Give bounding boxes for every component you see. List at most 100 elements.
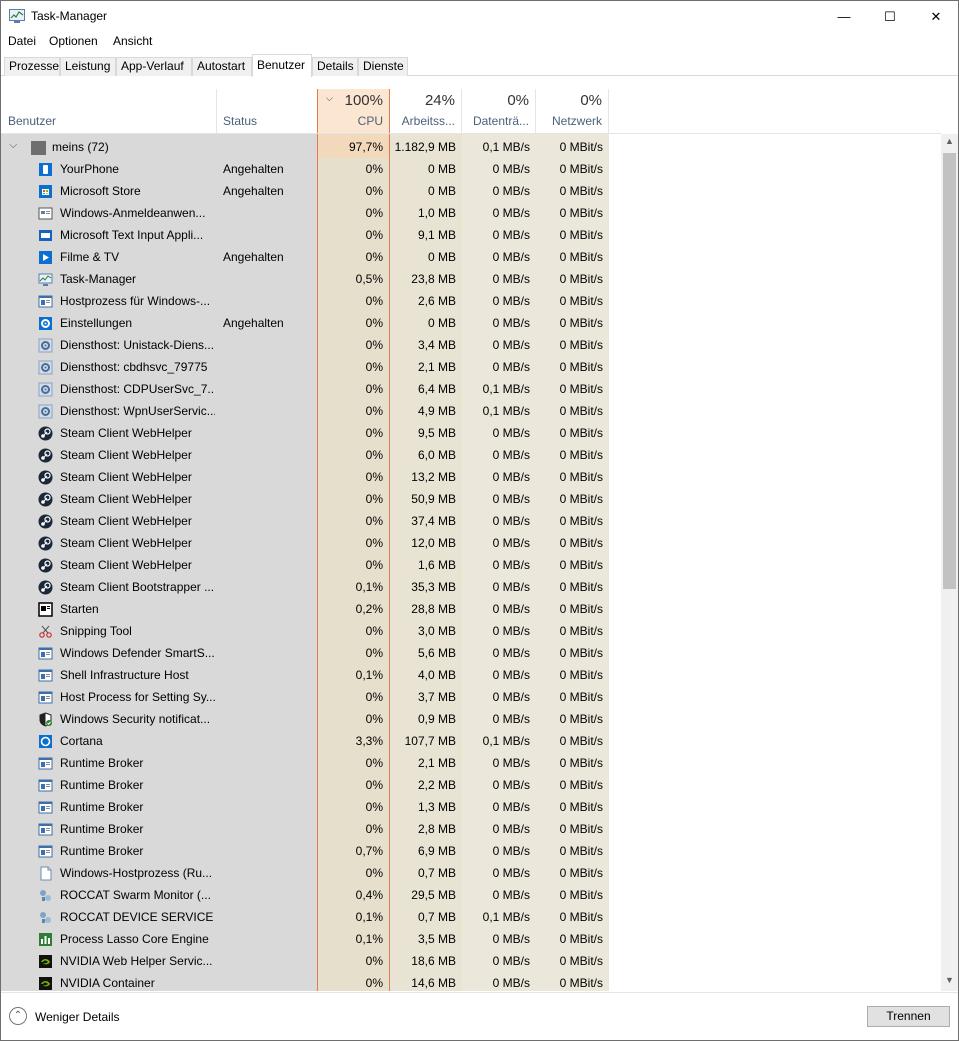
process-cpu: 0% <box>365 756 383 770</box>
process-cpu: 0% <box>365 316 383 330</box>
process-row[interactable]: Runtime Broker 0% 2,8 MB 0 MB/s 0 MBit/s <box>1 818 609 840</box>
window-process-icon <box>38 845 53 858</box>
process-cpu: 0% <box>365 162 383 176</box>
process-name: Steam Client WebHelper <box>60 448 192 462</box>
process-row[interactable]: Runtime Broker 0% 1,3 MB 0 MB/s 0 MBit/s <box>1 796 609 818</box>
process-row[interactable]: Diensthost: cbdhsvc_79775 0% 2,1 MB 0 MB/s 0… <box>1 356 609 378</box>
process-row[interactable]: Steam Client WebHelper 0% 6,0 MB 0 MB/s 0 MB… <box>1 444 609 466</box>
user-avatar-icon <box>31 141 46 155</box>
process-row[interactable]: Steam Client WebHelper 0% 13,2 MB 0 MB/s 0 M… <box>1 466 609 488</box>
menu-file[interactable]: Datei <box>8 34 36 48</box>
scroll-down-icon[interactable]: ▼ <box>941 975 958 989</box>
process-row[interactable]: Runtime Broker 0% 2,1 MB 0 MB/s 0 MBit/s <box>1 752 609 774</box>
menu-view[interactable]: Ansicht <box>113 34 152 48</box>
process-row[interactable]: Diensthost: WpnUserServic... 0% 4,9 MB 0,1 … <box>1 400 609 422</box>
process-row[interactable]: Cortana 3,3% 107,7 MB 0,1 MB/s 0 MBit/s <box>1 730 609 752</box>
movies-icon <box>39 251 52 264</box>
column-status[interactable]: Status <box>217 89 317 133</box>
process-row[interactable]: Hostprozess für Windows-... 0% 2,6 MB 0 MB/… <box>1 290 609 312</box>
process-row[interactable]: NVIDIA Container 0% 14,6 MB 0 MB/s 0 MBit/s <box>1 972 609 991</box>
shield-icon <box>39 712 52 727</box>
process-row[interactable]: Starten 0,2% 28,8 MB 0 MB/s 0 MBit/s <box>1 598 609 620</box>
column-memory[interactable]: 24% Arbeitss... <box>390 89 462 133</box>
process-memory: 3,7 MB <box>417 690 456 704</box>
group-cpu: 97,7% <box>348 140 383 154</box>
process-row[interactable]: Microsoft Text Input Appli... 0% 9,1 MB 0 M… <box>1 224 609 246</box>
process-network: 0 MBit/s <box>559 514 603 528</box>
process-name: Runtime Broker <box>60 778 144 792</box>
process-row[interactable]: Runtime Broker 0% 2,2 MB 0 MB/s 0 MBit/s <box>1 774 609 796</box>
disconnect-button[interactable]: Trennen <box>867 1006 950 1027</box>
process-row[interactable]: Diensthost: Unistack-Diens... 0% 3,4 MB 0 M… <box>1 334 609 356</box>
process-row[interactable]: ROCCAT Swarm Monitor (... 0,4% 29,5 MB 0 MB… <box>1 884 609 906</box>
maximize-button[interactable]: ☐ <box>867 1 913 32</box>
process-cpu: 0,1% <box>355 932 383 946</box>
process-row[interactable]: Snipping Tool 0% 3,0 MB 0 MB/s 0 MBit/s <box>1 620 609 642</box>
process-row[interactable]: ROCCAT DEVICE SERVICE (... 0,1% 0,7 MB 0,1 … <box>1 906 609 928</box>
column-disk[interactable]: 0% Datenträ... <box>462 89 536 133</box>
scrollbar-thumb[interactable] <box>943 153 956 589</box>
process-row[interactable]: YourPhone Angehalten 0% 0 MB 0 MB/s 0 MBit/s <box>1 158 609 180</box>
process-row[interactable]: Windows-Hostprozess (Ru... 0% 0,7 MB 0 MB/s… <box>1 862 609 884</box>
scroll-up-icon[interactable]: ▲ <box>941 136 958 150</box>
column-network[interactable]: 0% Netzwerk <box>536 89 609 133</box>
process-row[interactable]: Runtime Broker 0,7% 6,9 MB 0 MB/s 0 MBit/s <box>1 840 609 862</box>
process-name: Windows-Anmeldeanwen... <box>60 206 206 220</box>
process-network: 0 MBit/s <box>559 734 603 748</box>
process-row[interactable]: Windows Defender SmartS... 0% 5,6 MB 0 MB/s… <box>1 642 609 664</box>
column-user[interactable]: Benutzer <box>1 89 217 133</box>
process-row[interactable]: NVIDIA Web Helper Servic... 0% 18,6 MB 0 MB… <box>1 950 609 972</box>
process-row[interactable]: Steam Client WebHelper 0% 50,9 MB 0 MB/s 0 M… <box>1 488 609 510</box>
menu-options[interactable]: Optionen <box>49 34 98 48</box>
column-cpu[interactable]: ⌵ 100% CPU <box>317 89 390 133</box>
process-row[interactable]: Task-Manager 0,5% 23,8 MB 0 MB/s 0 MBit/s <box>1 268 609 290</box>
roccat-icon <box>40 912 51 923</box>
process-row[interactable]: Steam Client WebHelper 0% 12,0 MB 0 MB/s 0 M… <box>1 532 609 554</box>
process-row[interactable]: Steam Client Bootstrapper ... 0,1% 35,3 MB… <box>1 576 609 598</box>
process-name: Host Process for Setting Sy... <box>60 690 215 704</box>
minimize-button[interactable]: — <box>821 1 867 32</box>
chevron-down-icon[interactable]: ⌵ <box>9 139 17 152</box>
tab-performance[interactable]: Leistung <box>60 57 116 76</box>
fewer-details-link[interactable]: Weniger Details <box>35 1010 119 1024</box>
user-group-row[interactable]: ⌵ meins (72) 97,7% 1.182,9 MB 0,1 MB/s 0… <box>1 136 609 158</box>
process-network: 0 MBit/s <box>559 470 603 484</box>
vertical-scrollbar[interactable]: ▲ ▼ <box>941 134 958 991</box>
tab-app-history[interactable]: App-Verlauf <box>116 57 192 76</box>
process-cpu: 0% <box>365 492 383 506</box>
process-name: Microsoft Store <box>60 184 141 198</box>
tab-users[interactable]: Benutzer <box>252 54 312 77</box>
process-disk: 0 MB/s <box>492 866 530 880</box>
process-disk: 0 MB/s <box>492 624 530 638</box>
tab-services[interactable]: Dienste <box>358 57 408 76</box>
process-row[interactable]: Process Lasso Core Engine 0,1% 3,5 MB 0 MB/… <box>1 928 609 950</box>
steam-icon <box>38 492 53 507</box>
process-row[interactable]: Steam Client WebHelper 0% 37,4 MB 0 MB/s 0 M… <box>1 510 609 532</box>
window-process-icon <box>38 801 53 814</box>
process-row[interactable]: Microsoft Store Angehalten 0% 0 MB 0 MB/s 0 M… <box>1 180 609 202</box>
process-cpu: 0,1% <box>355 668 383 682</box>
chevron-up-icon[interactable]: ⌃ <box>9 1007 27 1025</box>
process-disk: 0 MB/s <box>492 976 530 990</box>
process-row[interactable]: Steam Client WebHelper 0% 9,5 MB 0 MB/s 0 MB… <box>1 422 609 444</box>
process-memory: 35,3 MB <box>411 580 456 594</box>
close-button[interactable]: ✕ <box>913 1 959 32</box>
column-memory-label: Arbeitss... <box>401 114 455 128</box>
process-row[interactable]: Diensthost: CDPUserSvc_7... 0% 6,4 MB 0,1 M… <box>1 378 609 400</box>
tab-startup[interactable]: Autostart <box>192 57 252 76</box>
tab-details[interactable]: Details <box>312 57 358 76</box>
process-disk: 0 MB/s <box>492 250 530 264</box>
process-row[interactable]: Host Process for Setting Sy... 0% 3,7 MB 0 … <box>1 686 609 708</box>
tab-processes[interactable]: Prozesse <box>4 57 60 76</box>
process-row[interactable]: Shell Infrastructure Host 0,1% 4,0 MB 0 MB/… <box>1 664 609 686</box>
process-row[interactable]: Filme & TV Angehalten 0% 0 MB 0 MB/s 0 MBit/s <box>1 246 609 268</box>
process-disk: 0 MB/s <box>492 888 530 902</box>
process-name: ROCCAT Swarm Monitor (... <box>60 888 211 902</box>
process-row[interactable]: Einstellungen Angehalten 0% 0 MB 0 MB/s 0 MBi… <box>1 312 609 334</box>
process-memory: 5,6 MB <box>417 646 456 660</box>
process-row[interactable]: Steam Client WebHelper 0% 1,6 MB 0 MB/s 0 MB… <box>1 554 609 576</box>
store-icon <box>39 185 52 198</box>
process-network: 0 MBit/s <box>559 888 603 902</box>
process-row[interactable]: Windows-Anmeldeanwen... 0% 1,0 MB 0 MB/s 0 M… <box>1 202 609 224</box>
process-row[interactable]: Windows Security notificat... 0% 0,9 MB 0 M… <box>1 708 609 730</box>
